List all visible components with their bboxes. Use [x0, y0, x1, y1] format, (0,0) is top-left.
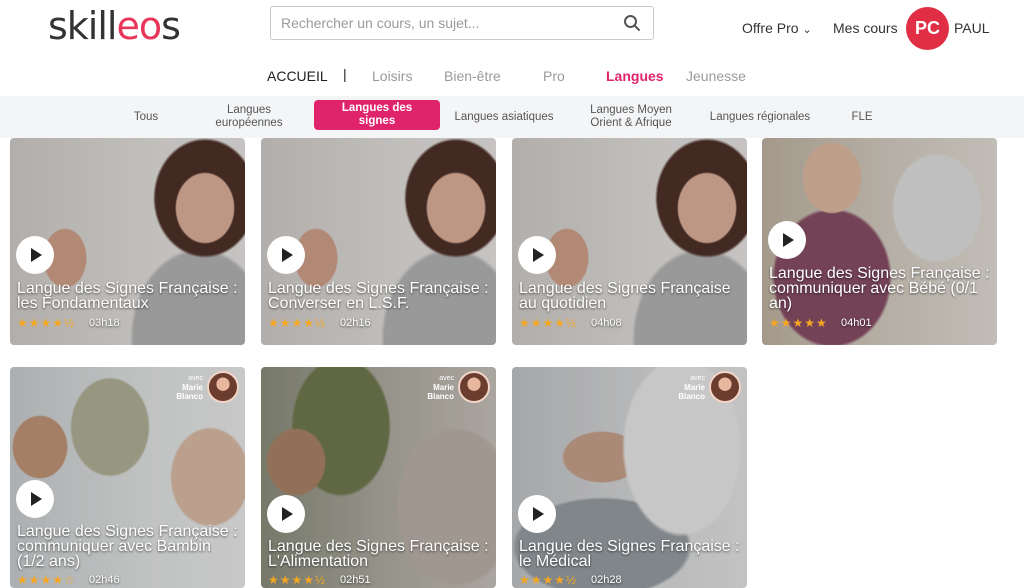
play-icon[interactable]	[267, 236, 305, 274]
course-duration: 02h51	[340, 574, 371, 586]
course-card[interactable]: Langue des Signes Française : les Fondam…	[10, 138, 245, 345]
course-title: Langue des Signes Française : communique…	[769, 265, 990, 312]
course-duration: 02h28	[591, 574, 622, 586]
search-input[interactable]	[271, 7, 601, 39]
course-duration: 04h08	[591, 317, 622, 329]
course-duration: 02h16	[340, 317, 371, 329]
teacher-prefix: avec	[188, 374, 203, 382]
rating-stars: ★★★★½	[268, 316, 327, 330]
nav-langues[interactable]: Langues	[606, 68, 664, 84]
avatar[interactable]: PC	[906, 7, 949, 50]
course-duration: 03h18	[89, 317, 120, 329]
teacher-badge: avec Marie Blanco	[678, 371, 741, 403]
teacher-last-name: Blanco	[176, 391, 203, 401]
subnav-langues-regionales[interactable]: Langues régionales	[704, 96, 816, 138]
subnav-langues-asiatiques[interactable]: Langues asiatiques	[450, 96, 558, 138]
course-title: Langue des Signes Française : le Médical	[519, 538, 740, 570]
search-box	[270, 6, 654, 40]
course-title: Langue des Signes Française au quotidien	[519, 280, 731, 312]
play-icon[interactable]	[16, 236, 54, 274]
subnav-tous[interactable]: Tous	[125, 96, 167, 138]
rating-stars: ★★★★★	[769, 316, 828, 330]
rating-stars: ★★★★½	[268, 573, 327, 587]
chevron-down-icon: ⌄	[802, 24, 812, 36]
nav-separator: |	[343, 66, 347, 82]
subnav-langues-moyen-orient[interactable]: Langues Moyen Orient & Afrique	[581, 96, 681, 138]
teacher-first-name: Marie	[182, 382, 203, 392]
teacher-badge: avec Marie Blanco	[427, 371, 490, 403]
course-title: Langue des Signes Française : Converser …	[268, 280, 489, 312]
nav-bien-etre[interactable]: Bien-être	[444, 68, 501, 84]
rating-stars: ★★★★½	[519, 316, 578, 330]
teacher-avatar	[458, 371, 490, 403]
teacher-last-name: Blanco	[678, 391, 705, 401]
play-icon[interactable]	[267, 495, 305, 533]
rating-stars: ★★★★☆	[17, 573, 76, 587]
course-card[interactable]: avec Marie Blanco Langue des Signes Fran…	[512, 367, 747, 588]
course-card[interactable]: Langue des Signes Française : communique…	[762, 138, 997, 345]
play-icon[interactable]	[768, 221, 806, 259]
course-card[interactable]: Langue des Signes Française au quotidien…	[512, 138, 747, 345]
rating-stars: ★★★★½	[17, 316, 76, 330]
nav-accueil[interactable]: ACCUEIL	[267, 68, 328, 84]
teacher-prefix: avec	[690, 374, 705, 382]
teacher-avatar	[207, 371, 239, 403]
rating-stars: ★★★★½	[519, 573, 578, 587]
course-title: Langue des Signes Française : les Fondam…	[17, 280, 238, 312]
subnav-langues-des-signes[interactable]: Langues des signes	[314, 100, 440, 130]
offre-pro-label: Offre Pro	[742, 20, 799, 36]
course-title: Langue des Signes Française : communique…	[17, 523, 238, 570]
course-title: Langue des Signes Française : L'Alimenta…	[268, 538, 489, 570]
mes-cours-link[interactable]: Mes cours	[833, 20, 898, 36]
nav-jeunesse[interactable]: Jeunesse	[686, 68, 746, 84]
teacher-first-name: Marie	[684, 382, 705, 392]
offre-pro-menu[interactable]: Offre Pro ⌄	[742, 20, 812, 36]
play-icon[interactable]	[518, 236, 556, 274]
play-icon[interactable]	[16, 480, 54, 518]
course-duration: 02h46	[89, 574, 120, 586]
course-card[interactable]: avec Marie Blanco Langue des Signes Fran…	[261, 367, 496, 588]
teacher-prefix: avec	[439, 374, 454, 382]
teacher-last-name: Blanco	[427, 391, 454, 401]
nav-pro[interactable]: Pro	[543, 68, 565, 84]
teacher-badge: avec Marie Blanco	[176, 371, 239, 403]
username[interactable]: PAUL	[954, 20, 990, 36]
course-duration: 04h01	[841, 317, 872, 329]
subnav-fle[interactable]: FLE	[846, 96, 878, 138]
main-nav: ACCUEIL | Loisirs Bien-être Pro Langues …	[0, 66, 1024, 86]
skilleos-logo[interactable]: skilleos	[48, 4, 181, 48]
teacher-first-name: Marie	[433, 382, 454, 392]
course-card[interactable]: avec Marie Blanco Langue des Signes Fran…	[10, 367, 245, 588]
sub-nav: Tous Langues européennes Langues des sig…	[0, 96, 1024, 138]
subnav-langues-europeennes[interactable]: Langues européennes	[204, 96, 294, 138]
play-icon[interactable]	[518, 495, 556, 533]
search-icon[interactable]	[623, 14, 641, 32]
course-card[interactable]: Langue des Signes Française : Converser …	[261, 138, 496, 345]
teacher-avatar	[709, 371, 741, 403]
header: skilleos Offre Pro⌄ Mes cours PC PAUL	[0, 0, 1024, 56]
nav-loisirs[interactable]: Loisirs	[372, 68, 412, 84]
